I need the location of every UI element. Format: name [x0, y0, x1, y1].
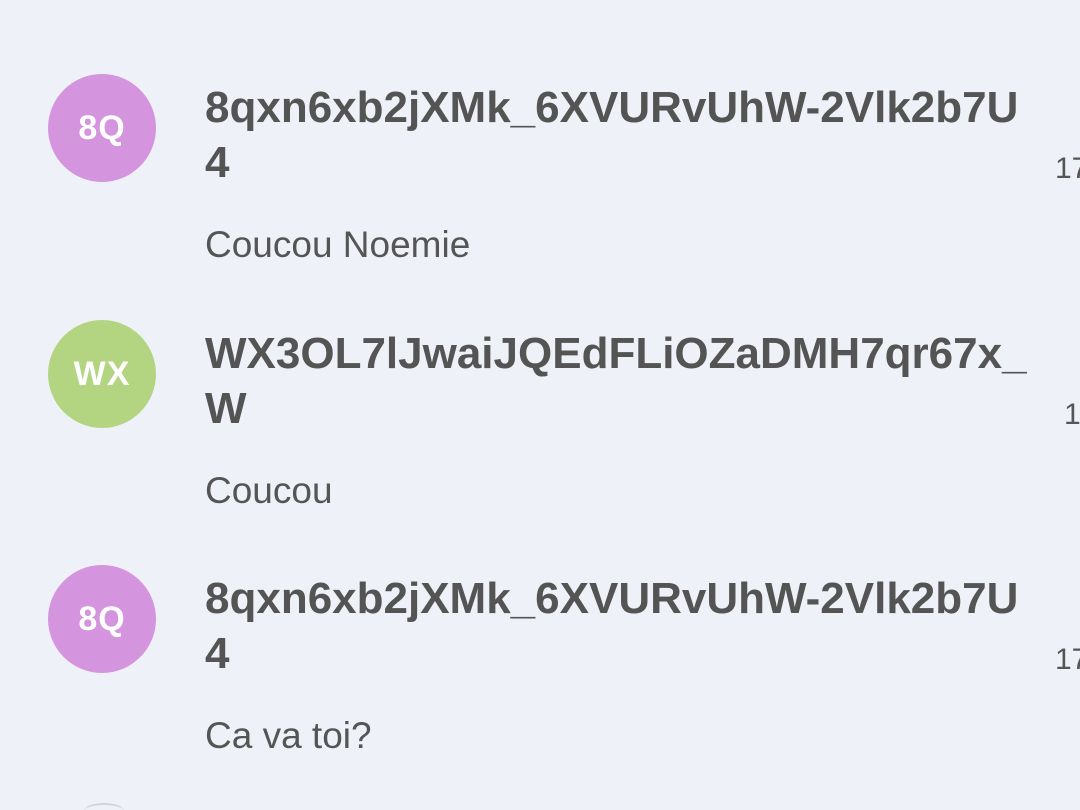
message-timestamp: 1 — [1064, 398, 1080, 431]
message-item[interactable]: 8Q 8qxn6xb2jXMk_6XVURvUhW-2Vlk2b7U4 17 C… — [0, 0, 1080, 756]
avatar-initials: WX — [73, 354, 131, 393]
sender-name: WX3OL7lJwaiJQEdFLiOZaDMH7qr67x_W — [205, 329, 1027, 433]
avatar[interactable]: 8Q — [48, 565, 156, 673]
next-message-avatar-edge — [84, 803, 124, 810]
message-list[interactable]: 8Q 8qxn6xb2jXMk_6XVURvUhW-2Vlk2b7U4 17 C… — [0, 0, 1080, 810]
sender-name: 8qxn6xb2jXMk_6XVURvUhW-2Vlk2b7U4 — [205, 574, 1019, 678]
message-text: Coucou — [205, 470, 333, 511]
message-text: Ca va toi? — [205, 715, 372, 756]
message-text: Coucou Noemie — [205, 224, 471, 265]
avatar-initials: 8Q — [78, 599, 126, 638]
avatar[interactable]: WX — [48, 320, 156, 428]
message-timestamp: 17 — [1055, 643, 1080, 676]
